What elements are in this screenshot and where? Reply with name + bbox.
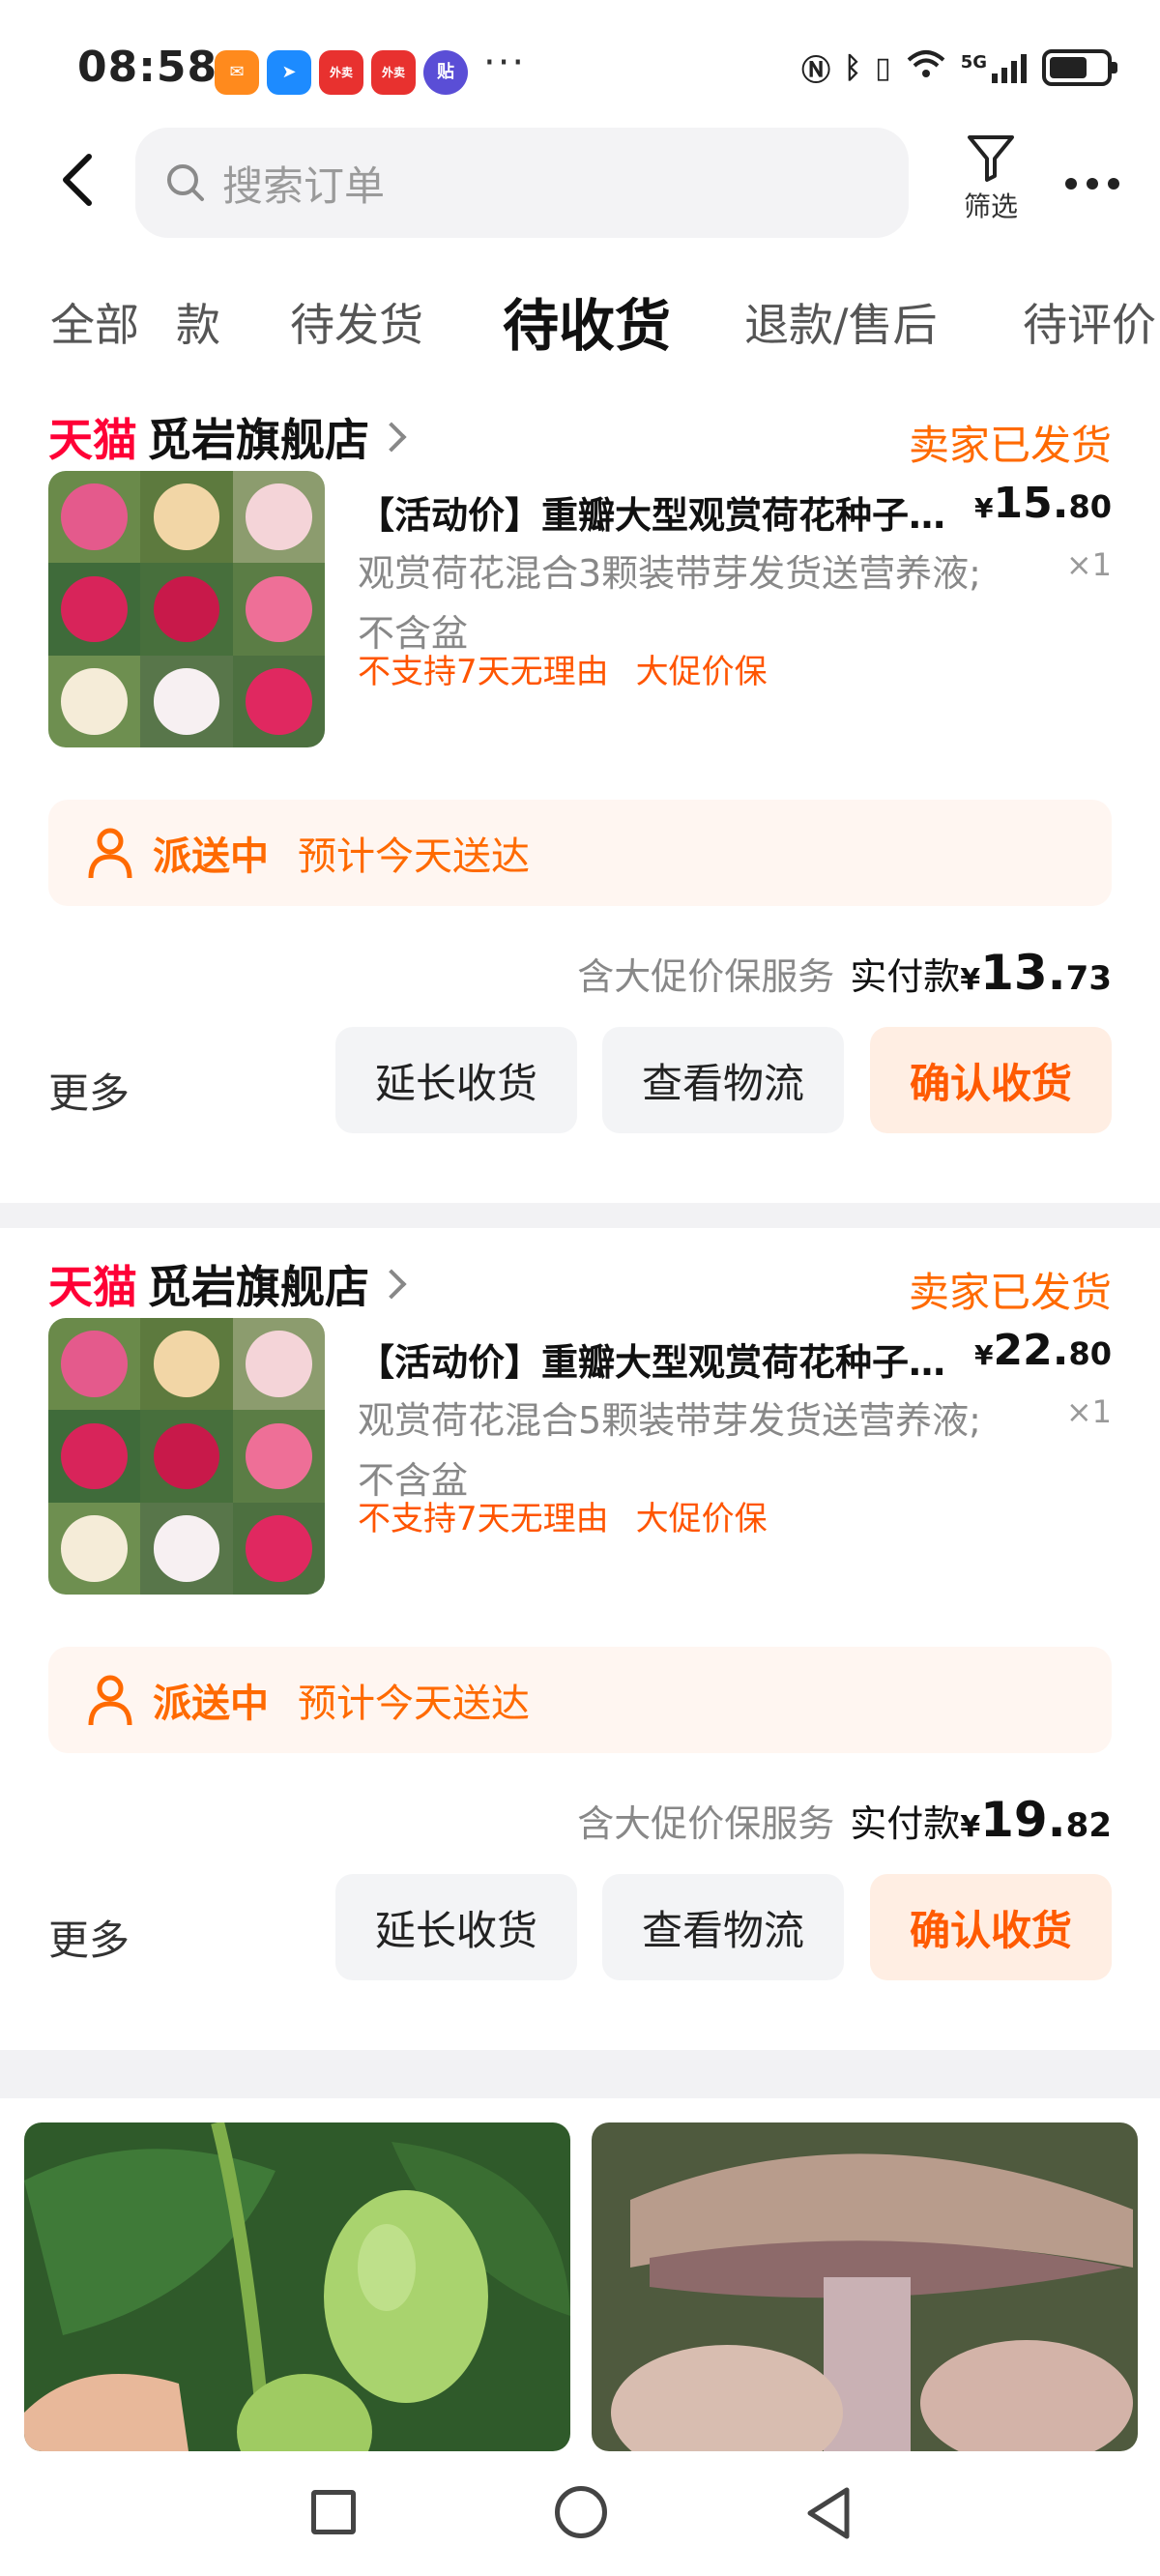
- status-time: 08:58: [77, 43, 218, 92]
- view-logistics-button[interactable]: 查看物流: [602, 1027, 844, 1133]
- back-arrow-icon: [63, 154, 92, 206]
- delivery-status-bar[interactable]: 派送中 预计今天送达: [48, 800, 1112, 906]
- more-link[interactable]: 更多: [48, 1908, 130, 1967]
- home-icon[interactable]: [555, 2486, 607, 2538]
- paid-amount-row: 含大促价保服务 实付款 ¥13. 73: [577, 945, 1112, 1001]
- paid-amount: 19.: [980, 1792, 1066, 1848]
- tieba-app-icon: 贴: [423, 50, 468, 95]
- chevron-right-icon: [376, 1269, 407, 1300]
- tmall-logo: 天猫: [48, 1261, 137, 1313]
- order-status: 卖家已发货: [908, 422, 1112, 469]
- melon-product-image: [24, 2122, 570, 2451]
- product-tags: 不支持7天无理由 大促价保: [358, 1492, 768, 1539]
- shop-name: 觅岩旗舰店: [147, 1261, 369, 1313]
- product-tag: 不支持7天无理由: [358, 1500, 609, 1538]
- bluetooth-icon: ᛒ: [844, 50, 862, 85]
- section-divider: [0, 2050, 1160, 2098]
- more-dot-icon: [1087, 178, 1098, 190]
- tab-to-receive[interactable]: 待收货: [503, 280, 671, 362]
- tab-to-ship[interactable]: 待发货: [290, 290, 423, 354]
- status-indicators: Ⓝ ᛒ ▯ 5G: [801, 46, 1117, 89]
- paid-label: 实付款: [850, 1802, 961, 1845]
- delivery-eta: 预计今天送达: [298, 1682, 530, 1726]
- more-dot-icon: [1065, 178, 1077, 190]
- signal-icon: 5G: [961, 52, 1029, 83]
- shop-link[interactable]: 天猫 觅岩旗舰店: [48, 1250, 407, 1318]
- search-input[interactable]: 搜索订单: [135, 128, 909, 238]
- more-notifications-icon: ···: [483, 41, 527, 85]
- service-note: 含大促价保服务: [577, 955, 835, 998]
- delivery-status: 派送中: [153, 834, 269, 879]
- paper-plane-app-icon: ➤: [267, 50, 311, 95]
- mail-app-icon: ✉: [215, 50, 259, 95]
- view-logistics-button[interactable]: 查看物流: [602, 1874, 844, 1980]
- product-tag: 大促价保: [635, 653, 768, 691]
- filter-label: 筛选: [963, 190, 1018, 222]
- filter-icon: [968, 135, 1014, 182]
- shop-link[interactable]: 天猫 觅岩旗舰店: [48, 403, 407, 471]
- product-tags: 不支持7天无理由 大促价保: [358, 645, 768, 692]
- product-thumbnail[interactable]: [48, 1318, 325, 1595]
- tab-refund[interactable]: 退款/售后: [744, 290, 938, 354]
- order-card: 天猫 觅岩旗舰店 卖家已发货 【活动价】重瓣大型观赏荷花种子碗莲 ¥15.80 …: [0, 403, 1160, 1196]
- product-price: ¥22.80: [974, 1326, 1112, 1375]
- delivery-status-bar[interactable]: 派送中 预计今天送达: [48, 1647, 1112, 1753]
- shop-name: 觅岩旗舰店: [147, 414, 369, 466]
- tmall-logo: 天猫: [48, 414, 137, 466]
- paid-label: 实付款: [850, 955, 961, 998]
- tab-to-review[interactable]: 待评价: [1023, 290, 1156, 354]
- order-tabs: 全部 款 待发货 待收货 退款/售后 待评价: [0, 271, 1160, 367]
- courier-icon: [88, 828, 132, 879]
- order-status: 卖家已发货: [908, 1269, 1112, 1316]
- delivery-status: 派送中: [153, 1682, 269, 1726]
- more-dot-icon: [1108, 178, 1119, 190]
- chevron-right-icon: [376, 422, 407, 453]
- section-divider: [0, 1203, 1160, 1228]
- mushroom-product-image: [592, 2122, 1138, 2451]
- filter-button[interactable]: 筛选: [947, 130, 1034, 236]
- product-thumbnail[interactable]: [48, 471, 325, 747]
- paid-amount-row: 含大促价保服务 实付款 ¥19. 82: [577, 1792, 1112, 1848]
- confirm-receipt-button[interactable]: 确认收货: [870, 1874, 1112, 1980]
- battery-icon: [1042, 49, 1117, 86]
- product-title[interactable]: 【活动价】重瓣大型观赏荷花种子碗莲: [358, 485, 967, 539]
- system-nav-bar: [0, 2451, 1160, 2576]
- tab-payment[interactable]: 款: [176, 290, 220, 354]
- tab-all[interactable]: 全部: [50, 290, 139, 354]
- extend-receipt-button[interactable]: 延长收货: [335, 1874, 577, 1980]
- paid-amount: 13.: [980, 945, 1066, 1001]
- more-options-button[interactable]: [1054, 155, 1131, 213]
- recommendation-card-melon[interactable]: [24, 2122, 570, 2451]
- confirm-receipt-button[interactable]: 确认收货: [870, 1027, 1112, 1133]
- takeout-app-icon-2: 外卖: [371, 50, 416, 95]
- takeout-app-icon: 外卖: [319, 50, 363, 95]
- product-price: ¥15.80: [974, 479, 1112, 528]
- search-icon: [167, 164, 204, 201]
- product-title[interactable]: 【活动价】重瓣大型观赏荷花种子碗莲: [358, 1332, 967, 1386]
- product-tag: 大促价保: [635, 1500, 768, 1538]
- order-card: 天猫 觅岩旗舰店 卖家已发货 【活动价】重瓣大型观赏荷花种子碗莲 ¥22.80 …: [0, 1250, 1160, 2043]
- recent-apps-icon[interactable]: [311, 2490, 356, 2534]
- courier-icon: [88, 1675, 132, 1726]
- service-note: 含大促价保服务: [577, 1802, 835, 1845]
- vibrate-icon: ▯: [875, 50, 891, 85]
- status-bar: 08:58 ✉ ➤ 外卖 外卖 贴 ··· Ⓝ ᛒ ▯ 5G: [0, 0, 1160, 135]
- network-type: 5G: [960, 52, 987, 73]
- product-tag: 不支持7天无理由: [358, 653, 609, 691]
- product-quantity: ×1: [1065, 1393, 1112, 1430]
- wifi-icon: [905, 46, 947, 89]
- recommendation-card-mushroom[interactable]: [592, 2122, 1138, 2451]
- extend-receipt-button[interactable]: 延长收货: [335, 1027, 577, 1133]
- product-quantity: ×1: [1065, 546, 1112, 583]
- nfc-icon: Ⓝ: [801, 54, 831, 88]
- back-button[interactable]: [48, 151, 106, 209]
- delivery-eta: 预计今天送达: [298, 834, 530, 879]
- more-link[interactable]: 更多: [48, 1061, 130, 1120]
- top-nav: 搜索订单 筛选: [0, 124, 1160, 240]
- search-placeholder: 搜索订单: [222, 161, 386, 210]
- back-triangle-icon[interactable]: [800, 2484, 858, 2542]
